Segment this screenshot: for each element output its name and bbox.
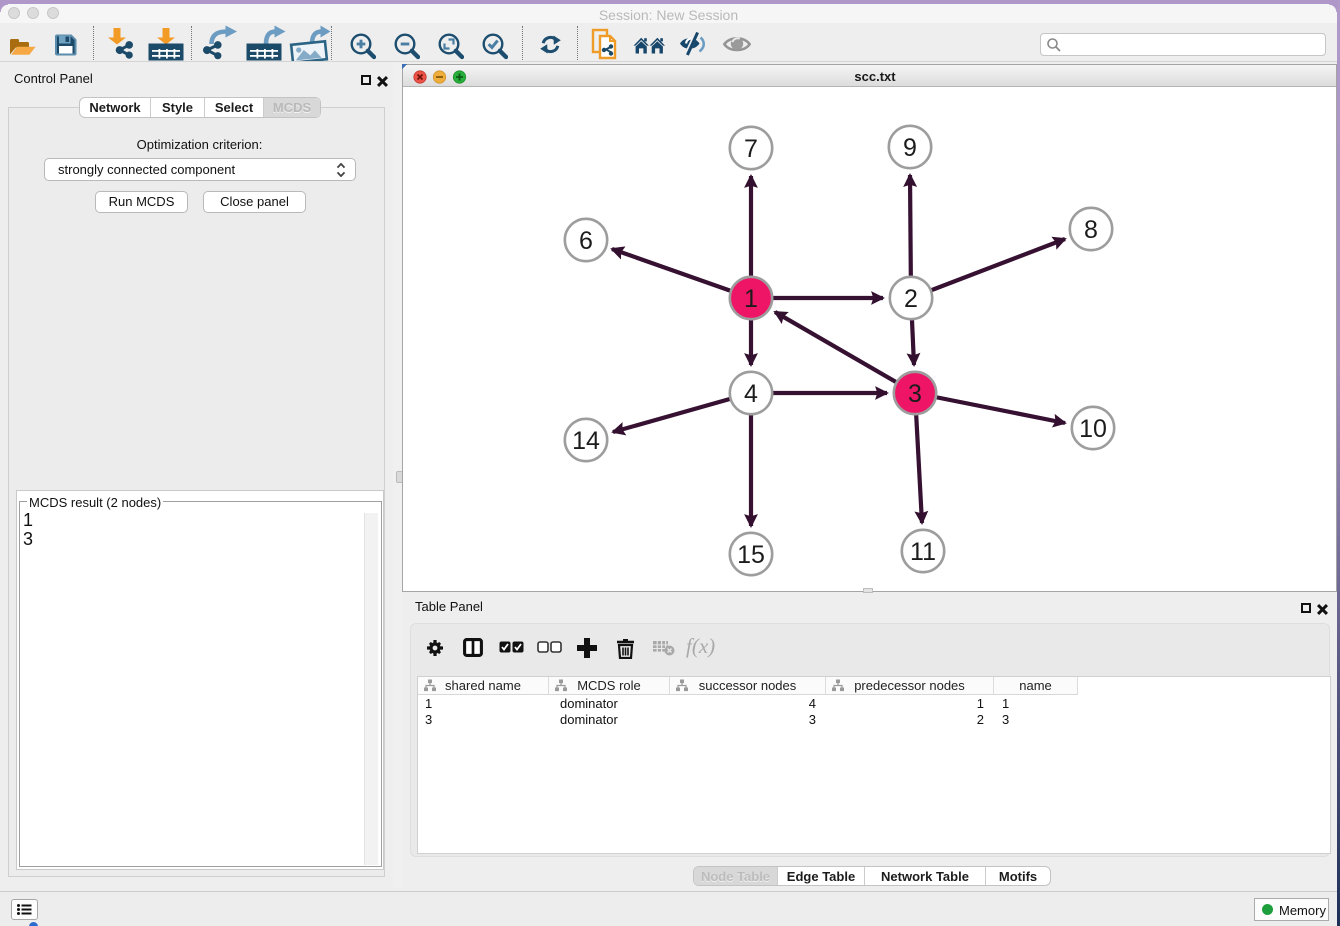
svg-text:9: 9 <box>903 134 917 162</box>
svg-text:6: 6 <box>579 227 593 255</box>
svg-text:1: 1 <box>744 285 758 313</box>
svg-text:2: 2 <box>904 285 918 313</box>
svg-text:11: 11 <box>910 538 936 566</box>
svg-text:4: 4 <box>744 380 758 408</box>
svg-text:10: 10 <box>1079 415 1107 443</box>
svg-text:14: 14 <box>572 427 600 455</box>
svg-text:3: 3 <box>908 380 922 408</box>
svg-text:15: 15 <box>737 541 765 569</box>
svg-text:8: 8 <box>1084 216 1098 244</box>
svg-text:7: 7 <box>744 135 758 163</box>
